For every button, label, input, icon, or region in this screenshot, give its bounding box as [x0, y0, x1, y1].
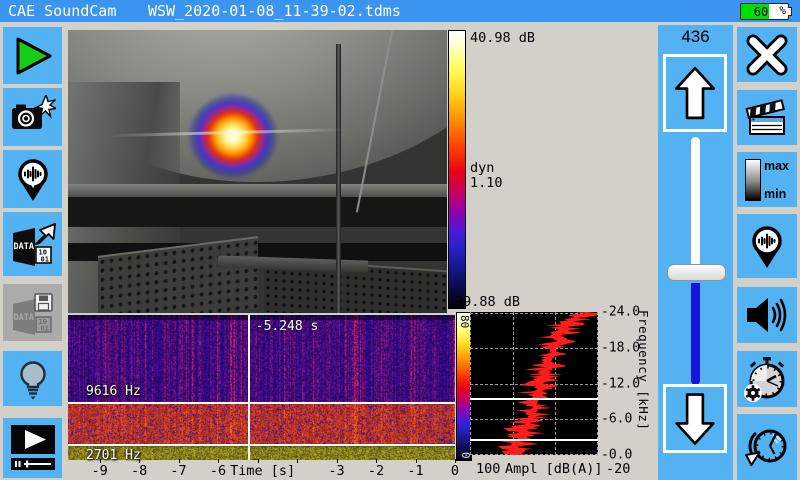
- svg-text:01: 01: [40, 324, 48, 332]
- frame-up-button[interactable]: [663, 54, 727, 132]
- spectrogram[interactable]: 9616 Hz 2701 Hz -5.248 s: [68, 315, 455, 460]
- dyn-value: 1.10: [470, 175, 503, 191]
- data-export-button[interactable]: DATA 10 01: [3, 212, 62, 276]
- frequency-tick-label: -6.0: [601, 412, 632, 427]
- soundcam-app: CAE SoundCam WSW_2020-01-08_11-39-02.tdm…: [0, 0, 800, 480]
- data-save-icon: DATA 10 01: [9, 289, 57, 337]
- band-upper-label: 9616 Hz: [86, 384, 141, 399]
- ampl-axis-left: 100: [476, 461, 500, 477]
- svg-text:DATA: DATA: [13, 313, 33, 323]
- slider-track-lower[interactable]: [691, 283, 700, 385]
- battery-percent: 60: [754, 5, 768, 19]
- stopwatch-settings-icon: [743, 355, 791, 403]
- frame-down-button[interactable]: [663, 384, 727, 453]
- data-save-button: DATA 10 01: [3, 284, 62, 341]
- replay-player-icon: [10, 424, 56, 472]
- frequency-tick-label: -18.0: [601, 340, 640, 355]
- dyn-label: dyn: [470, 160, 494, 176]
- ampl-axis-right: -20: [606, 461, 630, 477]
- light-button[interactable]: [3, 351, 62, 406]
- up-arrow-icon: [671, 63, 719, 123]
- record-locate-button[interactable]: [3, 150, 62, 208]
- slider-handle[interactable]: [667, 264, 726, 281]
- speaker-icon: [744, 293, 790, 337]
- frequency-axis-title: Frequency [kHz]: [636, 310, 651, 460]
- video-mode-button[interactable]: [737, 90, 797, 145]
- scale-max-label: max: [764, 159, 789, 173]
- frequency-tick-label: -12.0: [601, 376, 640, 391]
- lightbulb-icon: [11, 357, 55, 401]
- battery-indicator: 60 %: [740, 3, 789, 20]
- time-tick-label: -1: [407, 463, 423, 479]
- scene-shelf: [68, 184, 447, 197]
- title-bar: CAE SoundCam WSW_2020-01-08_11-39-02.tdm…: [0, 0, 800, 22]
- down-arrow-icon: [671, 391, 719, 447]
- time-tick-label: -7: [170, 463, 186, 479]
- acoustic-camera-view[interactable]: [68, 30, 447, 313]
- app-title: CAE SoundCam: [8, 2, 116, 20]
- record-locate-icon: [10, 155, 56, 203]
- time-tick-label: -6: [210, 463, 226, 479]
- replay-player-button[interactable]: [3, 418, 62, 478]
- locate-source-button[interactable]: [737, 214, 797, 278]
- slider-track-upper[interactable]: [691, 137, 700, 269]
- time-tick-label: -2: [368, 463, 384, 479]
- clapperboard-icon: [744, 96, 790, 140]
- battery-nub: [788, 7, 792, 16]
- frequency-tick-label: -24.0: [601, 305, 640, 320]
- audio-output-button[interactable]: [737, 287, 797, 343]
- frame-nav-panel: 436: [658, 25, 733, 480]
- time-tick-label: -9: [91, 463, 107, 479]
- camera-flash-icon: [10, 95, 56, 139]
- data-export-icon: DATA 10 01: [9, 220, 57, 268]
- time-history-icon: [743, 423, 791, 471]
- time-tick-label: 0: [451, 463, 459, 479]
- battery-unit: %: [779, 4, 786, 17]
- spectrogram-cursor[interactable]: [248, 315, 250, 460]
- play-icon: [10, 34, 56, 78]
- acoustic-hotspot: [187, 92, 279, 180]
- scene-shadow: [68, 197, 447, 227]
- time-tick-label: -3: [328, 463, 344, 479]
- close-button[interactable]: [737, 27, 797, 82]
- level-colorbar: [448, 30, 466, 309]
- close-x-icon: [744, 32, 790, 78]
- svg-text:01: 01: [40, 256, 48, 264]
- time-history-button[interactable]: [737, 414, 797, 480]
- spectrum-band-lower-line: [470, 439, 598, 441]
- frame-slider[interactable]: [658, 137, 733, 385]
- level-min-label: 39.88 dB: [455, 294, 520, 310]
- spectrum-plot: [470, 312, 598, 455]
- spectrogram-band-lower-line[interactable]: [68, 444, 455, 446]
- level-max-label: 40.98 dB: [470, 30, 535, 46]
- scene-pipe: [336, 44, 341, 313]
- cursor-time-label: -5.248 s: [256, 319, 319, 334]
- measurement-settings-button[interactable]: [737, 351, 797, 407]
- spectrum-trace: [470, 312, 598, 455]
- spectrum-band-upper-line: [470, 398, 598, 400]
- frame-number: 436: [658, 27, 733, 47]
- svg-text:DATA: DATA: [13, 242, 33, 252]
- snapshot-button[interactable]: [3, 88, 62, 146]
- time-tick-label: -8: [131, 463, 147, 479]
- spectrogram-band-upper-line[interactable]: [68, 402, 455, 404]
- locate-pin-icon: [744, 222, 790, 270]
- scale-max-min-button[interactable]: max min: [737, 152, 797, 207]
- battery-fill: 60: [741, 4, 769, 19]
- open-filename: WSW_2020-01-08_11-39-02.tdms: [148, 2, 401, 20]
- scale-min-label: min: [764, 187, 789, 201]
- play-button[interactable]: [3, 27, 62, 84]
- time-axis-title: Time [s]: [230, 463, 295, 479]
- ampl-axis-title: Ampl [dB(A)]: [505, 461, 603, 477]
- band-lower-label: 2701 Hz: [86, 448, 141, 463]
- scale-gradient-icon: [745, 159, 761, 201]
